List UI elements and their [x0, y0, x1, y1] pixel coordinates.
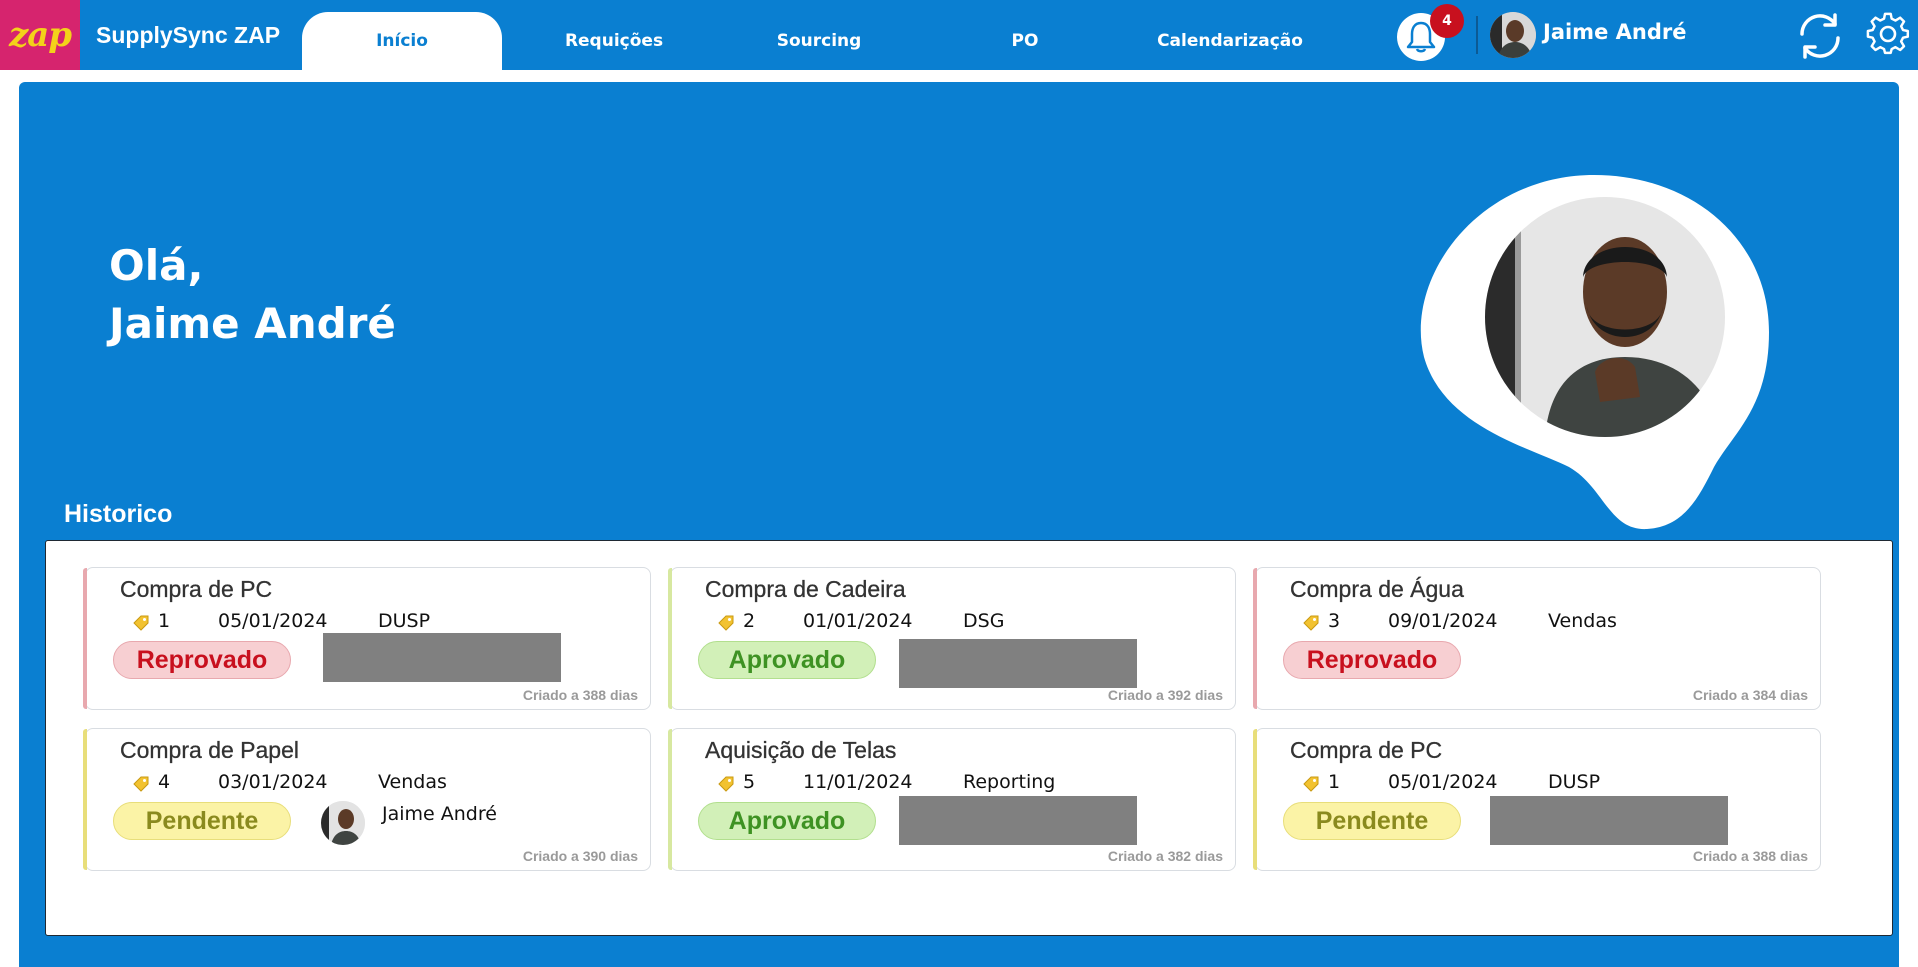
logo-text: zap	[8, 15, 72, 55]
header-user-name[interactable]: Jaime André	[1543, 20, 1686, 44]
header-divider	[1476, 16, 1478, 54]
tag-icon	[1303, 776, 1319, 792]
user-avatar[interactable]	[1490, 12, 1536, 58]
card-date: 05/01/2024	[218, 610, 328, 632]
card-number: 4	[158, 771, 171, 793]
card-date: 03/01/2024	[218, 771, 328, 793]
redacted-area	[899, 639, 1137, 688]
status-stripe	[1253, 568, 1257, 709]
status-badge: Pendente	[1283, 802, 1461, 840]
greeting-line-1: Olá,	[109, 241, 204, 290]
card-department: Vendas	[1548, 610, 1617, 632]
card-number: 2	[743, 610, 756, 632]
tab-requicoes[interactable]: Requições	[514, 12, 714, 70]
gear-icon[interactable]	[1866, 12, 1910, 56]
card-department: DUSP	[378, 610, 431, 632]
tag-icon	[718, 615, 734, 631]
card-title: Compra de Água	[1290, 576, 1464, 602]
tag-icon	[1303, 615, 1319, 631]
status-badge: Aprovado	[698, 802, 876, 840]
status-badge: Pendente	[113, 802, 291, 840]
greeting: Olá, Jaime André	[109, 237, 396, 353]
status-stripe	[83, 568, 87, 709]
tab-po[interactable]: PO	[925, 12, 1125, 70]
status-badge: Reprovado	[1283, 641, 1461, 679]
created-label: Criado a 384 dias	[1692, 687, 1808, 703]
card-title: Compra de Papel	[120, 737, 299, 763]
tag-icon	[133, 615, 149, 631]
history-card[interactable]: Compra de Cadeira 2 01/01/2024 DSG Aprov…	[668, 567, 1236, 710]
created-label: Criado a 388 dias	[1692, 848, 1808, 864]
history-title: Historico	[64, 500, 173, 528]
tab-inicio[interactable]: Início	[302, 12, 502, 70]
assignee-name: Jaime André	[382, 803, 497, 825]
history-card[interactable]: Compra de Papel 4 03/01/2024 Vendas Pend…	[83, 728, 651, 871]
status-badge: Reprovado	[113, 641, 291, 679]
card-number: 1	[158, 610, 171, 632]
card-number: 1	[1328, 771, 1341, 793]
history-card[interactable]: Compra de Água 3 09/01/2024 Vendas Repro…	[1253, 567, 1821, 710]
status-stripe	[668, 568, 672, 709]
assignee-avatar	[321, 801, 365, 845]
card-title: Compra de PC	[1290, 737, 1443, 763]
card-date: 01/01/2024	[803, 610, 913, 632]
card-department: Vendas	[378, 771, 447, 793]
main-panel: Olá, Jaime André Historico Compra de PC …	[19, 82, 1899, 967]
card-department: DSG	[963, 610, 1005, 632]
avatar-photo	[1490, 12, 1536, 58]
history-card[interactable]: Aquisição de Telas 5 11/01/2024 Reportin…	[668, 728, 1236, 871]
card-title: Aquisição de Telas	[705, 737, 897, 763]
top-navigation-bar: zap SupplySync ZAP Início Requições Sour…	[0, 0, 1918, 70]
redacted-area	[1490, 796, 1728, 845]
redacted-area	[899, 796, 1137, 845]
status-badge: Aprovado	[698, 641, 876, 679]
app-logo[interactable]: zap	[0, 0, 80, 70]
history-card[interactable]: Compra de PC 1 05/01/2024 DUSP Pendente …	[1253, 728, 1821, 871]
card-title: Compra de Cadeira	[705, 576, 906, 602]
redacted-area	[323, 633, 561, 682]
created-label: Criado a 392 dias	[1107, 687, 1223, 703]
hero-user-photo	[1485, 197, 1725, 437]
tag-icon	[718, 776, 734, 792]
status-stripe	[1253, 729, 1257, 870]
card-department: Reporting	[963, 771, 1056, 793]
card-date: 05/01/2024	[1388, 771, 1498, 793]
created-label: Criado a 388 dias	[522, 687, 638, 703]
card-number: 3	[1328, 610, 1341, 632]
created-label: Criado a 390 dias	[522, 848, 638, 864]
card-date: 11/01/2024	[803, 771, 913, 793]
created-label: Criado a 382 dias	[1107, 848, 1223, 864]
card-date: 09/01/2024	[1388, 610, 1498, 632]
greeting-user-name: Jaime André	[109, 299, 396, 348]
history-card[interactable]: Compra de PC 1 05/01/2024 DUSP Reprovado…	[83, 567, 651, 710]
sync-icon[interactable]	[1794, 10, 1846, 62]
status-stripe	[83, 729, 87, 870]
history-panel: Compra de PC 1 05/01/2024 DUSP Reprovado…	[45, 540, 1893, 936]
app-title: SupplySync ZAP	[96, 22, 281, 48]
tag-icon	[133, 776, 149, 792]
card-department: DUSP	[1548, 771, 1601, 793]
tab-calendarizacao[interactable]: Calendarização	[1130, 12, 1330, 70]
card-number: 5	[743, 771, 756, 793]
status-stripe	[668, 729, 672, 870]
card-title: Compra de PC	[120, 576, 273, 602]
tab-sourcing[interactable]: Sourcing	[719, 12, 919, 70]
notification-badge: 4	[1430, 4, 1464, 38]
